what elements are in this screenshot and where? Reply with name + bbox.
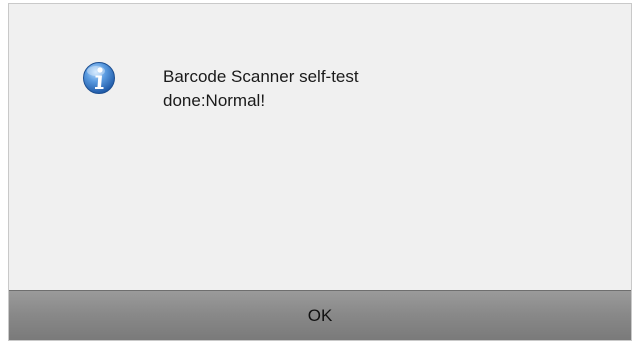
message-line-1: Barcode Scanner self-test [163,67,359,86]
ok-button[interactable]: OK [9,290,631,340]
info-icon [83,62,115,94]
message-dialog: Barcode Scanner self-test done:Normal! O… [8,3,632,341]
message-line-2: done:Normal! [163,91,266,110]
ok-button-label: OK [307,305,333,325]
dialog-message: Barcode Scanner self-test done:Normal! [163,65,563,113]
